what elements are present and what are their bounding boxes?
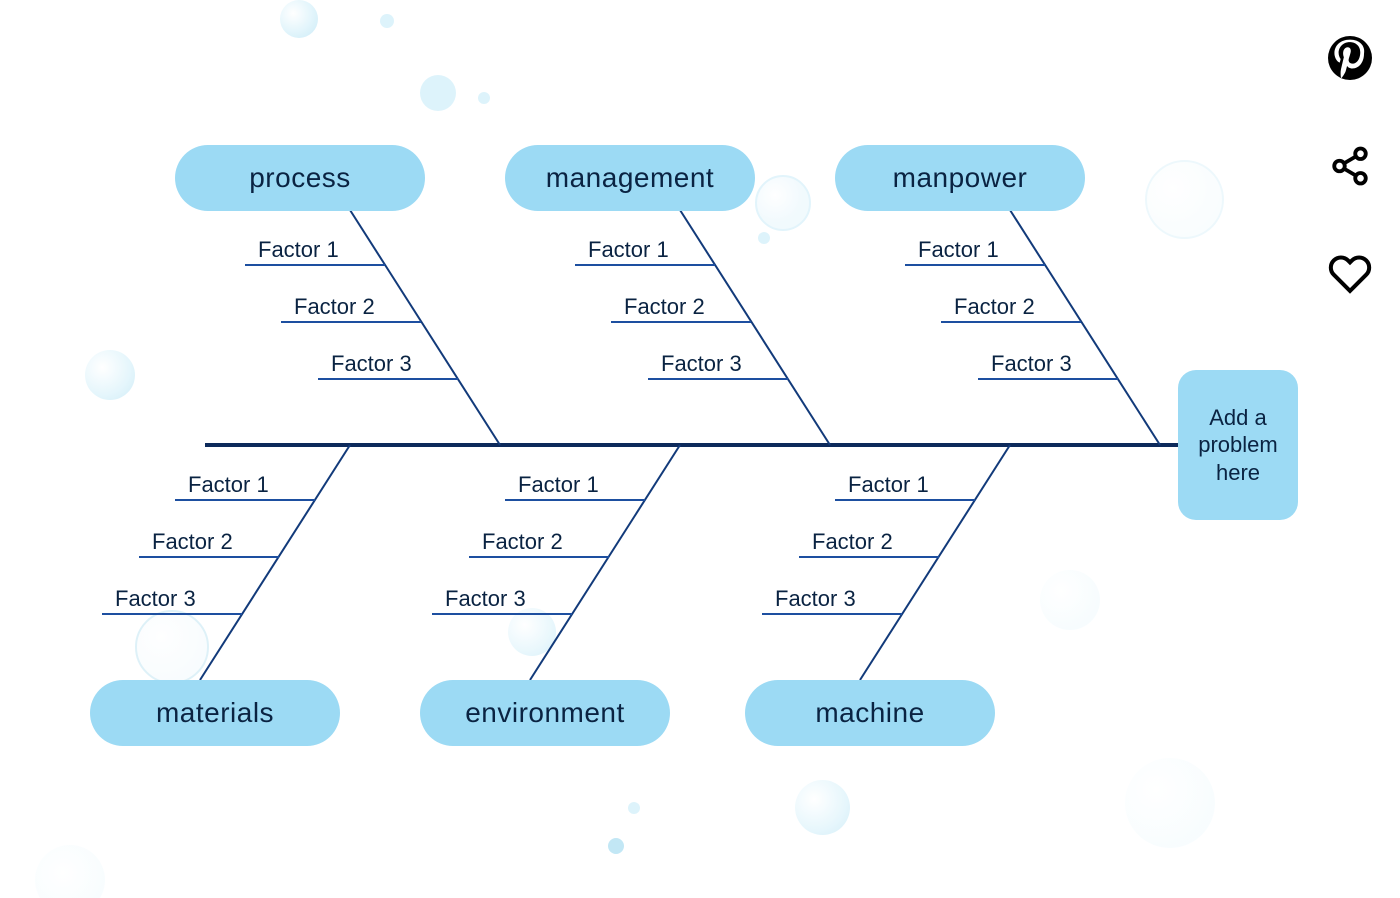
category-label: manpower <box>893 162 1028 194</box>
share-icon[interactable] <box>1326 142 1374 190</box>
category-machine[interactable]: machine <box>745 680 995 746</box>
factor-label[interactable]: Factor 3 <box>445 586 526 612</box>
action-icons <box>1326 34 1374 298</box>
category-materials[interactable]: materials <box>90 680 340 746</box>
factor-label[interactable]: Factor 3 <box>331 351 412 377</box>
bubble-deco <box>628 802 640 814</box>
factor-label[interactable]: Factor 1 <box>188 472 269 498</box>
factor-label[interactable]: Factor 3 <box>661 351 742 377</box>
bubble-deco <box>608 838 624 854</box>
factor-label[interactable]: Factor 1 <box>258 237 339 263</box>
bubble-deco <box>508 608 556 656</box>
problem-label: Add a problem here <box>1188 404 1288 487</box>
factor-label[interactable]: Factor 1 <box>848 472 929 498</box>
bubble-deco <box>85 350 135 400</box>
bubble-deco <box>758 232 770 244</box>
bubble-deco <box>795 780 850 835</box>
category-process[interactable]: process <box>175 145 425 211</box>
factor-label[interactable]: Factor 3 <box>115 586 196 612</box>
bubble-deco <box>1125 758 1215 848</box>
factor-label[interactable]: Factor 3 <box>991 351 1072 377</box>
bubble-deco <box>1145 160 1224 239</box>
factor-label[interactable]: Factor 3 <box>775 586 856 612</box>
category-label: materials <box>156 697 274 729</box>
category-label: management <box>546 162 714 194</box>
category-label: environment <box>465 697 625 729</box>
bubble-deco <box>380 14 394 28</box>
factor-label[interactable]: Factor 2 <box>152 529 233 555</box>
bubble-deco <box>755 175 811 231</box>
bubble-deco <box>280 0 318 38</box>
category-label: machine <box>815 697 924 729</box>
category-label: process <box>249 162 351 194</box>
factor-label[interactable]: Factor 2 <box>482 529 563 555</box>
factor-label[interactable]: Factor 1 <box>918 237 999 263</box>
factor-label[interactable]: Factor 2 <box>812 529 893 555</box>
factor-label[interactable]: Factor 1 <box>588 237 669 263</box>
heart-icon[interactable] <box>1326 250 1374 298</box>
category-manpower[interactable]: manpower <box>835 145 1085 211</box>
factor-label[interactable]: Factor 1 <box>518 472 599 498</box>
category-management[interactable]: management <box>505 145 755 211</box>
factor-label[interactable]: Factor 2 <box>294 294 375 320</box>
category-environment[interactable]: environment <box>420 680 670 746</box>
bubble-deco <box>478 92 490 104</box>
factor-label[interactable]: Factor 2 <box>954 294 1035 320</box>
bubble-deco <box>135 610 209 684</box>
factor-label[interactable]: Factor 2 <box>624 294 705 320</box>
bubble-deco <box>420 75 456 111</box>
bubble-deco <box>1040 570 1100 630</box>
bubble-deco <box>35 845 105 898</box>
problem-box[interactable]: Add a problem here <box>1178 370 1298 520</box>
pinterest-icon[interactable] <box>1326 34 1374 82</box>
